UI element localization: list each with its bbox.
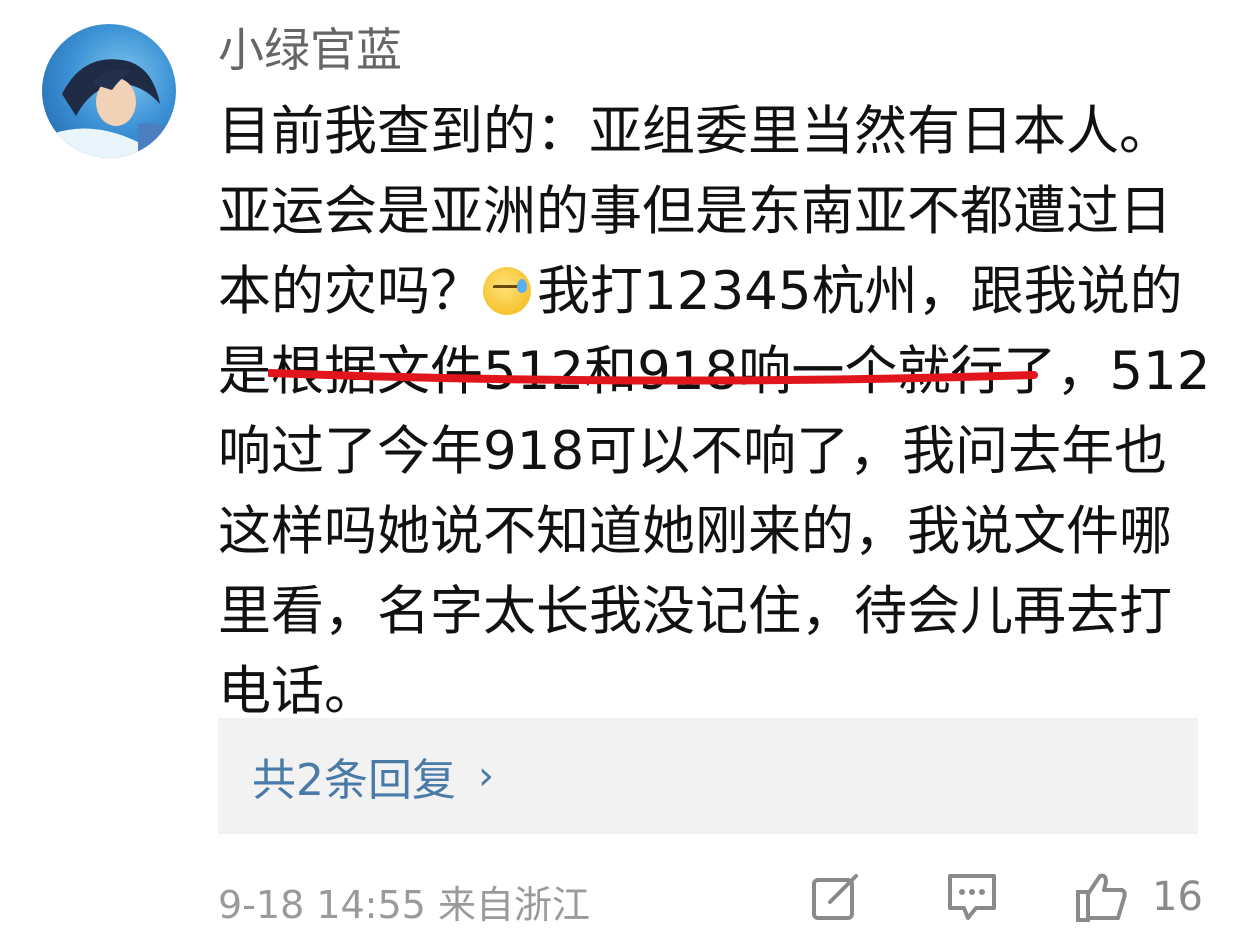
timestamp: 9-18 14:55 — [218, 883, 426, 927]
location: 来自浙江 — [437, 883, 590, 927]
comment-line: 亚运会是亚洲的事但是东南亚不都遭过日 — [218, 181, 1172, 242]
avatar-image — [42, 59, 176, 158]
comment-line: 是根据文件512和918响一个就行了，512 — [218, 341, 1211, 402]
like-count: 16 — [1152, 874, 1203, 920]
thumbs-up-icon[interactable] — [1074, 870, 1130, 922]
comment-meta: 9-18 14:55 来自浙江 — [218, 874, 590, 929]
comment-line: 本的灾吗？ 我打12345杭州，跟我说的 — [218, 252, 1188, 332]
comment-line-part: 我打12345杭州，跟我说的 — [537, 261, 1183, 322]
sad-sweat-emoji-icon — [483, 267, 531, 315]
replies-button[interactable]: 共2条回复 › — [218, 718, 1198, 834]
replies-label: 共2条回复 — [252, 755, 456, 806]
username[interactable]: 小绿官蓝 — [218, 22, 402, 78]
chevron-right-icon: › — [478, 753, 494, 799]
comment-icon[interactable] — [946, 870, 998, 922]
repost-icon[interactable] — [810, 870, 862, 922]
avatar[interactable] — [42, 24, 176, 158]
comment-line: 里看，名字太长我没记住，待会儿再去打 — [218, 581, 1172, 642]
comment-line: 响过了今年918可以不响了，我问去年也 — [218, 421, 1168, 482]
comment-line: 目前我查到的：亚组委里当然有日本人。 — [218, 101, 1172, 162]
comment-line: 这样吗她说不知道她刚来的，我说文件哪 — [218, 501, 1172, 562]
comment-text: 目前我查到的：亚组委里当然有日本人。 亚运会是亚洲的事但是东南亚不都遭过日 本的… — [218, 92, 1211, 732]
comment-footer: 9-18 14:55 来自浙江 16 — [218, 866, 1208, 927]
comment-line-part: 本的灾吗？ — [218, 261, 483, 322]
